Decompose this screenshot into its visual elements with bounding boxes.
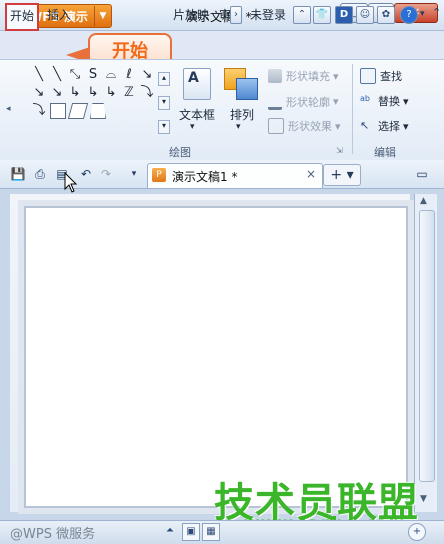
save-icon[interactable]: 💾 [10,166,26,182]
effect-icon [268,118,284,134]
shape-curved-arrow-icon[interactable]: ⤵ [138,84,156,102]
shape-elbow-icon[interactable]: ↘ [138,66,156,84]
close-tab-icon[interactable]: × [306,167,316,181]
shape-outline-label: 形状轮廓 [286,95,330,109]
tab-slideshow[interactable]: 片放映 [170,4,212,26]
arrange-button[interactable]: 排列 [230,106,254,123]
replace-label: 替换 [378,95,400,108]
arrange-icon[interactable] [224,68,258,100]
gallery-more-icon[interactable]: ▾ [158,120,170,134]
tab-scroll-icon[interactable]: › [230,6,242,24]
shape-fill-button[interactable]: 形状填充 ▾ [268,68,339,84]
shape-connector-double-icon[interactable]: ↳ [102,84,120,102]
shape-curved-connector-icon[interactable]: ℤ [120,84,138,102]
shirt-icon[interactable]: 👕 [313,6,331,24]
people-icon[interactable]: ☺ [356,6,374,24]
find-button[interactable]: 查找 [360,68,402,84]
tab-home[interactable]: 开始 [5,3,40,31]
document-tab-name: 演示文稿1 * [172,170,238,184]
shape-freeform-icon[interactable]: ⌓ [102,66,120,84]
gallery-down-icon[interactable]: ▾ [158,96,170,110]
d-icon[interactable]: D [335,6,353,24]
collapse-ribbon-icon[interactable]: ⌃ [432,6,441,19]
gallery-up-icon[interactable]: ▴ [158,72,170,86]
shape-scribble-icon[interactable]: ℓ [120,66,138,84]
pen-icon [268,93,282,110]
print-icon[interactable]: ⎙ [32,166,48,182]
undo-icon[interactable]: ↶ [78,166,94,182]
scroll-up-icon[interactable]: ▲ [420,196,427,206]
group-label-draw: 绘图 [169,146,191,159]
shape-parallelogram-icon[interactable] [67,103,89,119]
document-icon: P [152,168,166,182]
shape-line-icon[interactable]: ╲ [30,66,48,84]
replace-button[interactable]: ab 替换 ▾ [360,93,409,109]
document-tab[interactable]: P 演示文稿1 * × [147,163,323,188]
textbox-icon[interactable]: A [183,68,211,100]
cursor-select-icon: ↖ [360,119,370,132]
textbox-dropdown-icon[interactable]: ▾ [190,122,195,132]
slide-sorter-icon[interactable]: ▦ [202,523,220,541]
customize-toolbar-icon[interactable]: ▾ [126,166,142,182]
shape-rectangle-icon[interactable] [50,103,66,119]
find-label: 查找 [380,70,402,83]
normal-view-icon[interactable]: ▣ [182,523,200,541]
dialog-launcher-icon[interactable]: ⇲ [336,146,343,155]
select-label: 选择 [378,120,400,133]
shape-gallery: ╲ ╲ ⤡ S ⌓ ℓ ↘ ↘ ↘ ↳ ↳ ↳ ℤ ⤵ ⤵ [30,66,160,136]
help-dropdown-icon[interactable]: ▾ [420,9,425,19]
shape-effect-button[interactable]: 形状效果 ▾ [268,118,341,134]
status-text[interactable]: @WPS 微服务 [10,523,95,542]
menu-up-icon[interactable]: ⌃ [293,6,311,24]
redo-icon[interactable]: ↷ [98,166,114,182]
shape-effect-label: 形状效果 [288,120,332,133]
shape-double-arrow-icon[interactable]: ⤡ [66,66,84,84]
shape-connector-icon[interactable]: ↳ [66,84,84,102]
arrange-dropdown-icon[interactable]: ▾ [236,122,241,132]
login-status[interactable]: 未登录 [247,4,289,26]
vertical-scrollbar[interactable]: ▲ ▼ [414,194,437,512]
tab-insert[interactable]: 插入 [44,4,74,26]
slide[interactable] [24,206,408,508]
zoom-in-icon[interactable]: + [408,523,426,541]
shape-elbow-arrow-icon[interactable]: ↘ [30,84,48,102]
ribbon-scroll-left-icon[interactable]: ◂ [6,104,11,114]
view-up-icon[interactable]: ⏶ [162,523,178,539]
scroll-down-icon[interactable]: ▼ [420,494,427,504]
shape-curve-icon[interactable]: S [84,66,102,84]
new-tab-button[interactable]: + ▾ [323,164,361,186]
shape-elbow-double-icon[interactable]: ↘ [48,84,66,102]
textbox-button[interactable]: 文本框 [179,106,215,123]
group-separator [352,64,353,154]
shape-connector-arrow-icon[interactable]: ↳ [84,84,102,102]
group-label-edit: 编辑 [374,146,396,159]
help-icon[interactable]: ? [400,6,418,24]
shape-curved-double-icon[interactable]: ⤵ [30,102,48,120]
paint-bucket-icon [268,69,282,83]
shape-trapezoid-icon[interactable] [90,103,106,119]
skin-icon[interactable]: ✿ [377,6,395,24]
mouse-pointer-icon [64,172,78,193]
binoculars-icon [360,68,376,84]
task-pane-toggle-icon[interactable]: ▭ [414,166,430,182]
select-button[interactable]: ↖ 选择 ▾ [360,118,409,134]
menu-dropdown-icon[interactable]: ▼ [94,6,111,26]
replace-icon: ab [360,94,370,103]
shape-fill-label: 形状填充 [286,70,330,83]
shape-arrow-icon[interactable]: ╲ [48,66,66,84]
scroll-thumb[interactable] [419,210,435,482]
shape-outline-button[interactable]: 形状轮廓 ▾ [268,93,339,110]
